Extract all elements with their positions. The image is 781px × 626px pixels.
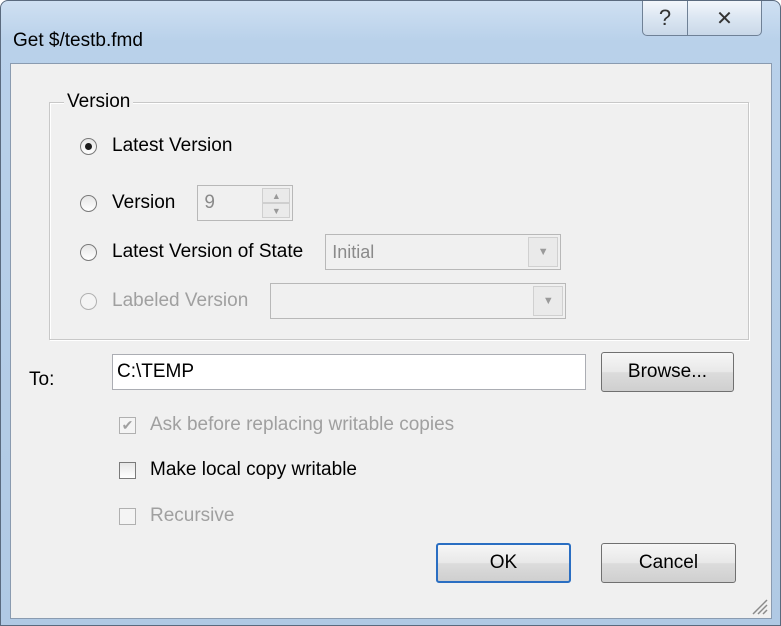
state-combo: Initial ▼: [325, 234, 562, 270]
destination-path-input[interactable]: C:\TEMP: [112, 354, 586, 390]
version-group-label: Version: [64, 91, 134, 113]
chevron-down-icon: ▼: [528, 237, 559, 267]
recursive-row: Recursive: [119, 505, 234, 527]
labeled-version-label: Labeled Version: [112, 290, 249, 311]
option-labeled-version: Labeled Version ▼: [80, 283, 567, 319]
ask-before-replacing-checkbox: ✔: [119, 416, 136, 434]
option-latest-version-of-state[interactable]: Latest Version of State Initial ▼: [80, 234, 562, 270]
label-combo: ▼: [270, 283, 567, 319]
option-version[interactable]: Version 9 ▲ ▼: [80, 185, 294, 221]
ok-button[interactable]: OK: [436, 543, 571, 583]
version-spinner-value: 9: [204, 192, 215, 213]
make-local-copy-writable-checkbox[interactable]: [119, 461, 136, 479]
labeled-version-radio: [80, 292, 97, 310]
latest-version-of-state-radio[interactable]: [80, 243, 97, 261]
to-label: To:: [29, 369, 55, 390]
make-local-copy-writable-row[interactable]: Make local copy writable: [119, 459, 357, 481]
version-radio[interactable]: [80, 194, 97, 212]
spinner-up-icon: ▲: [262, 188, 291, 203]
option-latest-version[interactable]: Latest Version: [80, 135, 232, 157]
ask-before-replacing-row: ✔ Ask before replacing writable copies: [119, 414, 454, 436]
version-group: Version Latest Version Version 9 ▲ ▼ Lat…: [49, 91, 749, 340]
latest-version-radio[interactable]: [80, 137, 97, 155]
version-label[interactable]: Version: [112, 192, 175, 214]
resize-grip-icon[interactable]: [749, 596, 769, 616]
close-icon: ✕: [716, 7, 733, 30]
title-bar-buttons: ? ✕: [642, 1, 762, 36]
chevron-down-icon: ▼: [533, 286, 564, 316]
cancel-button[interactable]: Cancel: [601, 543, 736, 583]
recursive-checkbox: [119, 507, 136, 525]
ask-before-replacing-label: Ask before replacing writable copies: [150, 414, 455, 435]
help-button[interactable]: ?: [642, 1, 688, 36]
close-button[interactable]: ✕: [688, 1, 762, 36]
state-combo-value: Initial: [332, 241, 375, 262]
recursive-label: Recursive: [150, 505, 235, 526]
spinner-down-icon: ▼: [262, 203, 291, 218]
version-spinner: 9 ▲ ▼: [197, 185, 294, 221]
help-icon: ?: [658, 5, 672, 30]
latest-version-of-state-label[interactable]: Latest Version of State: [112, 241, 303, 263]
browse-button[interactable]: Browse...: [601, 352, 734, 392]
spinner-arrows: ▲ ▼: [262, 188, 291, 218]
make-local-copy-writable-label[interactable]: Make local copy writable: [150, 459, 357, 481]
dialog-window: Get $/testb.fmd ? ✕ Version Latest Versi…: [0, 0, 781, 626]
dialog-title: Get $/testb.fmd: [13, 30, 143, 51]
dialog-client-area: Version Latest Version Version 9 ▲ ▼ Lat…: [10, 63, 772, 619]
latest-version-label[interactable]: Latest Version: [112, 135, 232, 157]
